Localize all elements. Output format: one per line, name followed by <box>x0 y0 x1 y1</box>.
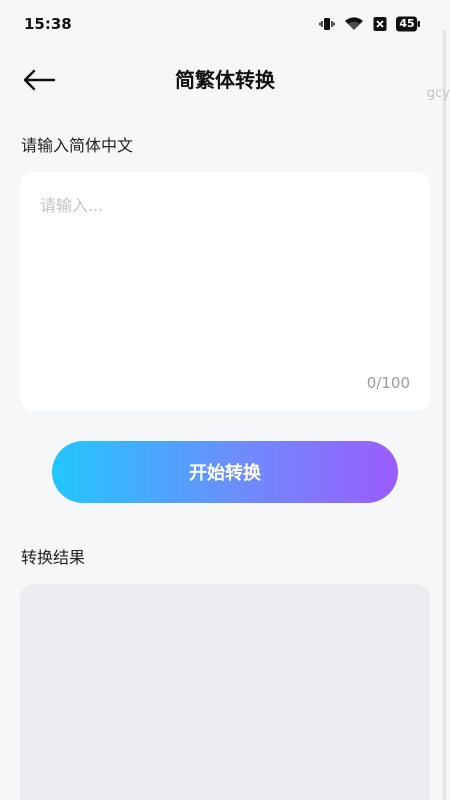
arrow-left-icon <box>23 69 56 91</box>
battery-indicator: 45 <box>396 16 420 32</box>
status-icons: 45 <box>319 16 420 32</box>
battery-level: 45 <box>399 17 415 30</box>
scrollbar[interactable] <box>443 30 446 800</box>
simplified-text-input[interactable] <box>40 192 410 362</box>
char-counter: 0/100 <box>366 374 410 392</box>
screen: 15:38 45 gcy 简繁体转换 请输入简体中文 请输入... 0/100 … <box>0 0 450 800</box>
start-convert-button[interactable]: 开始转换 <box>52 441 398 503</box>
back-button[interactable] <box>22 64 62 96</box>
wifi-icon <box>345 17 363 30</box>
status-time: 15:38 <box>24 15 72 33</box>
page-title: 简繁体转换 <box>175 68 275 92</box>
result-section-label: 转换结果 <box>21 548 86 567</box>
close-box-icon <box>373 17 387 31</box>
input-card: 0/100 <box>20 172 430 411</box>
input-section-label: 请输入简体中文 <box>21 136 134 155</box>
status-bar: 15:38 45 <box>0 0 450 50</box>
result-box <box>20 584 430 800</box>
vibrate-icon <box>319 18 335 30</box>
